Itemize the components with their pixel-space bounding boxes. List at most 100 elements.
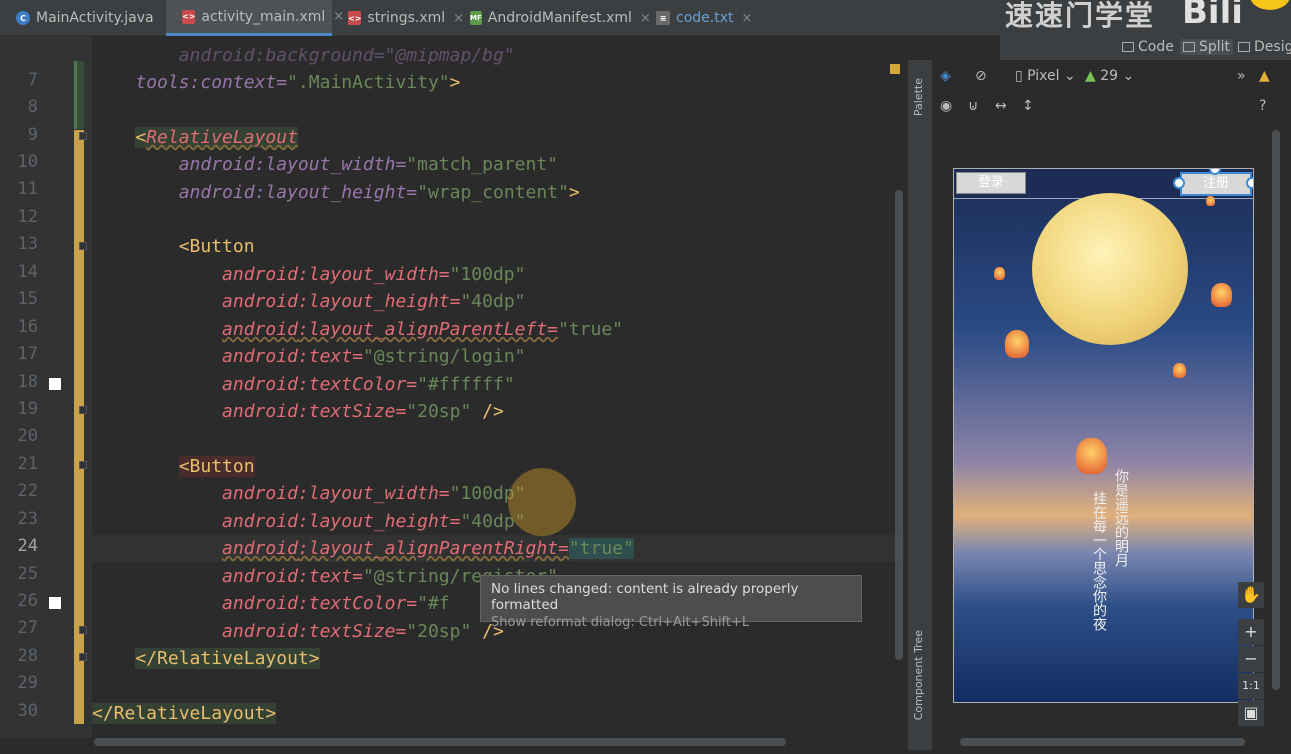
color-preview-swatch[interactable] — [49, 378, 61, 390]
line-number: 28 — [17, 646, 38, 666]
code-editor[interactable]: android:background="@mipmap/bg" tools:co… — [92, 36, 904, 738]
design-mode-label: Design — [1254, 39, 1291, 55]
magnet-icon[interactable]: ⊍ — [968, 98, 978, 114]
split-mode-button[interactable]: Split — [1180, 39, 1234, 55]
zoom-actual-size-button[interactable]: 1:1 — [1238, 673, 1264, 699]
editor-horizontal-scrollbar[interactable] — [94, 738, 786, 746]
code-token: android:background="@mipmap/bg" — [135, 45, 515, 66]
tab-android-manifest[interactable]: MF AndroidManifest.xml × — [454, 0, 651, 36]
android-studio-window: C MainActivity.java <> activity_main.xml… — [0, 0, 1291, 754]
fold-marker-icon[interactable] — [79, 461, 87, 469]
editor-vertical-scrollbar[interactable] — [895, 190, 903, 660]
design-vertical-scrollbar[interactable] — [1272, 130, 1280, 690]
palette-tab[interactable]: Palette — [912, 78, 925, 116]
tab-activity-main[interactable]: <> activity_main.xml × — [166, 0, 344, 36]
code-mode-button[interactable]: Code — [1122, 39, 1174, 55]
xml-file-icon: <> — [182, 9, 196, 24]
code-token: < — [135, 127, 147, 148]
device-preview[interactable]: 登录 注册 你是遥远的明月 挂在每一个思念你的夜 — [953, 168, 1254, 703]
line-number: 23 — [17, 509, 38, 529]
resize-handle[interactable] — [1246, 177, 1253, 189]
tab-label: strings.xml — [367, 10, 446, 26]
device-label: Pixel — [1027, 68, 1060, 84]
preview-login-button[interactable]: 登录 — [956, 172, 1026, 194]
fold-marker-icon[interactable] — [79, 626, 87, 634]
poem-line-2: 挂在每一个思念你的夜 — [1091, 491, 1107, 631]
code-token: android — [178, 182, 255, 203]
lantern-image — [1211, 283, 1232, 307]
code-line: android:layout_height="40dp" — [92, 288, 904, 315]
tab-strings[interactable]: <> strings.xml × — [332, 0, 464, 36]
color-preview-swatch[interactable] — [49, 597, 61, 609]
line-number: 24 — [17, 536, 38, 556]
lantern-image — [1173, 363, 1186, 378]
code-token: android — [222, 511, 298, 532]
component-tree-tab[interactable]: Component Tree — [912, 630, 925, 720]
device-selector[interactable]: ▯ Pixel ⌄ — [1015, 68, 1076, 84]
pan-hand-icon[interactable]: ✋ — [1238, 582, 1264, 608]
code-token: :textColor= — [297, 593, 418, 614]
zoom-in-button[interactable]: + — [1238, 619, 1264, 645]
code-token: :layout_alignParentLeft= — [297, 319, 558, 340]
code-token: :layout_width= — [297, 483, 450, 504]
design-horizontal-scrollbar[interactable] — [960, 738, 1245, 746]
layers-icon[interactable]: ◈ — [940, 68, 951, 84]
line-number: 15 — [17, 289, 38, 309]
tab-mainactivity[interactable]: C MainActivity.java — [0, 0, 166, 36]
code-token: :textSize= — [297, 401, 407, 422]
moon-image — [1032, 193, 1188, 345]
fold-marker-icon[interactable] — [79, 242, 87, 250]
orientation-icon[interactable]: ⊘ — [975, 68, 987, 84]
code-line: android:textColor="#ffffff" — [92, 371, 904, 398]
code-token: :context= — [189, 72, 288, 93]
fold-marker-icon[interactable] — [79, 653, 87, 661]
code-line: </RelativeLayout> — [92, 645, 904, 672]
code-token: android — [178, 154, 255, 175]
tooltip-hint: Show reformat dialog: Ctrl+Alt+Shift+L — [491, 615, 750, 630]
vertical-resize-icon[interactable]: ↕ — [1022, 98, 1034, 114]
more-icon[interactable]: » — [1237, 68, 1246, 84]
eye-icon[interactable]: ◉ — [940, 98, 952, 114]
code-token: android — [222, 346, 298, 367]
code-token: :layout_width= — [254, 154, 407, 175]
horizontal-resize-icon[interactable]: ↔ — [995, 98, 1007, 114]
xml-file-icon: <> — [348, 11, 362, 25]
zoom-out-button[interactable]: − — [1238, 646, 1264, 672]
android-icon: ▲ — [1085, 68, 1101, 84]
code-token: "20sp" — [406, 621, 472, 642]
fold-marker-icon[interactable] — [79, 406, 87, 414]
help-icon[interactable]: ? — [1259, 98, 1266, 114]
code-line: <Button — [92, 233, 904, 260]
line-number: 26 — [17, 591, 38, 611]
fit-screen-icon[interactable]: ▣ — [1238, 700, 1264, 726]
line-number: 29 — [17, 673, 38, 693]
code-line: android:layout_alignParentLeft="true" — [92, 316, 904, 343]
api-selector[interactable]: ▲ 29 ⌄ — [1085, 68, 1134, 84]
chevron-down-icon: ⌄ — [1118, 68, 1135, 84]
code-line: android:textSize="20sp" /> — [92, 398, 904, 425]
code-line: android:background="@mipmap/bg" — [92, 42, 904, 69]
tooltip-title: No lines changed: content is already pro… — [491, 581, 799, 613]
code-line: <RelativeLayout — [92, 124, 904, 151]
warning-icon[interactable] — [890, 64, 900, 74]
line-number: 21 — [17, 454, 38, 474]
code-token: Button — [189, 456, 255, 477]
split-mode-label: Split — [1199, 39, 1231, 55]
code-token: :layout_height= — [297, 291, 461, 312]
code-token: :textSize= — [297, 621, 407, 642]
code-token: > — [568, 182, 580, 203]
code-line: android:layout_height="wrap_content"> — [92, 179, 904, 206]
split-icon — [1183, 42, 1195, 52]
fold-marker-icon[interactable] — [79, 132, 87, 140]
resize-handle[interactable] — [1173, 177, 1185, 189]
tab-code-txt[interactable]: ≡ code.txt × — [640, 0, 770, 36]
design-mode-button[interactable]: Design — [1238, 39, 1291, 55]
line-number: 22 — [17, 481, 38, 501]
preview-register-button[interactable]: 注册 — [1180, 172, 1252, 196]
view-mode-switcher: Code Split Design — [1000, 36, 1291, 60]
close-icon[interactable]: × — [741, 11, 752, 26]
text-file-icon: ≡ — [656, 11, 670, 25]
warning-icon[interactable]: ▲ — [1259, 68, 1270, 84]
code-token: android — [222, 538, 298, 559]
code-line: <Button — [92, 453, 904, 480]
